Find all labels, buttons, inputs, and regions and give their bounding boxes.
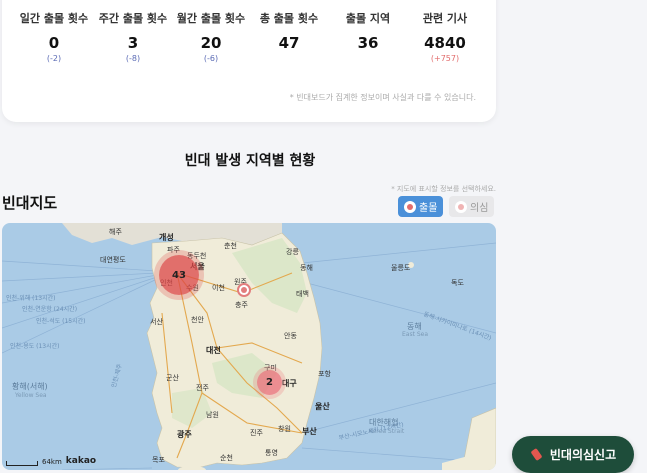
bedbug-icon xyxy=(455,200,467,213)
map-background xyxy=(2,223,496,470)
label-mokpo: 목포 xyxy=(152,456,165,464)
label-dokdo: 독도 xyxy=(451,279,464,287)
label-gwangju: 광주 xyxy=(177,430,192,439)
stat-articles: 관련 기사 4840 (+757) xyxy=(405,10,485,63)
stat-monthly: 월간 출몰 횟수 20 (-6) xyxy=(171,10,251,63)
stat-value: 4840 xyxy=(424,34,466,52)
label-jeonju: 전주 xyxy=(196,384,209,392)
scale-label: 64km xyxy=(42,458,62,466)
label-pohang: 포항 xyxy=(318,370,331,378)
label-andong: 안동 xyxy=(284,332,297,340)
label-east-sea-en: East Sea xyxy=(402,331,429,338)
label-chuncheon: 춘천 xyxy=(224,242,237,250)
label-changwon: 창원 xyxy=(278,425,291,433)
stat-label: 출몰 지역 xyxy=(345,12,391,25)
label-icheon: 이천 xyxy=(212,284,225,292)
stat-delta: (-6) xyxy=(203,54,219,63)
stat-regions: 출몰 지역 36 xyxy=(328,10,408,52)
stats-card: 일간 출몰 횟수 0 (-2) 주간 출몰 횟수 3 (-8) 월간 출몰 횟수… xyxy=(2,0,496,122)
label-daeyeondo: 대연평도 xyxy=(100,256,126,264)
stat-daily: 일간 출몰 횟수 0 (-2) xyxy=(14,10,94,63)
label-paju: 파주 xyxy=(167,246,180,254)
stat-delta: (-2) xyxy=(46,54,62,63)
stat-delta: (+757) xyxy=(430,54,460,63)
map-hint: * 지도에 표시할 정보를 선택하세요. xyxy=(391,185,496,193)
label-taebaek: 태백 xyxy=(296,290,309,298)
label-cheonan: 천안 xyxy=(191,316,204,324)
label-yellow-sea: 황해(서해) xyxy=(12,382,48,391)
pencil-icon xyxy=(530,448,544,462)
stat-label: 월간 출몰 횟수 xyxy=(176,12,246,25)
disclaimer: * 빈대보드가 집계한 정보이며 사실과 다를 수 있습니다. xyxy=(289,93,476,102)
stat-total: 총 출몰 횟수 47 xyxy=(249,10,329,52)
stat-label: 총 출몰 횟수 xyxy=(259,12,319,25)
label-gangneung: 강릉 xyxy=(286,248,299,256)
label-daejeon: 대전 xyxy=(206,346,221,355)
label-route-shidao: 인천-석도 (15시간) xyxy=(36,318,86,325)
label-chungju: 충주 xyxy=(235,301,248,309)
map-scale: 64km kakao xyxy=(6,456,96,466)
bedbug-icon xyxy=(404,200,416,213)
filter-suspect-button[interactable]: 의심 xyxy=(449,196,495,217)
bedbug-map[interactable]: 해주 개성 파주 동두천 춘천 강릉 대연평도 서울 인천 수원 이천 원주 동… xyxy=(2,223,496,470)
label-kaesong: 개성 xyxy=(159,233,174,242)
label-jinju: 진주 xyxy=(250,429,263,437)
map-title: 빈대지도 xyxy=(2,194,58,212)
kakao-logo: kakao xyxy=(65,456,97,466)
stat-label: 일간 출몰 횟수 xyxy=(19,12,89,25)
stat-label: 주간 출몰 횟수 xyxy=(98,12,168,25)
label-tongyeong: 통영 xyxy=(265,449,278,457)
section-title: 빈대 발생 지역별 현황 xyxy=(184,153,316,169)
stat-weekly: 주간 출몰 횟수 3 (-8) xyxy=(93,10,173,63)
filter-sighting-button[interactable]: 출몰 xyxy=(398,196,444,217)
label-haeju: 해주 xyxy=(109,228,122,236)
label-ulsan: 울산 xyxy=(315,402,330,411)
cluster-seoul[interactable]: 43 xyxy=(159,255,199,295)
stat-value: 47 xyxy=(278,34,300,52)
stats-row: 일간 출몰 횟수 0 (-2) 주간 출몰 횟수 3 (-8) 월간 출몰 횟수… xyxy=(2,10,496,70)
stat-value: 36 xyxy=(357,34,379,52)
cluster-daegu[interactable]: 2 xyxy=(257,370,282,395)
label-ulleungdo: 울릉도 xyxy=(391,264,411,272)
stat-delta: (-8) xyxy=(125,54,141,63)
label-yellow-sea-en: Yellow Sea xyxy=(15,392,47,399)
label-route-lianyungang: 인천-연운항 (24시간) xyxy=(22,306,78,313)
label-route-longkou: 인천-용도 (13시간) xyxy=(10,343,60,350)
scale-bar xyxy=(6,461,38,466)
bedbug-marker[interactable] xyxy=(237,283,251,297)
label-daegu: 대구 xyxy=(282,379,297,388)
stat-value: 20 xyxy=(200,34,222,52)
label-donghae: 동해 xyxy=(300,264,313,272)
report-button-label: 빈대의심신고 xyxy=(549,448,617,462)
filter-suspect-label: 의심 xyxy=(470,203,489,214)
filter-sighting-label: 출몰 xyxy=(419,203,438,214)
label-route-weihai: 인천-위해 (13시간) xyxy=(6,295,56,302)
label-seosan: 서산 xyxy=(150,318,163,326)
report-suspect-button[interactable]: 빈대의심신고 xyxy=(512,436,634,473)
label-namwon: 남원 xyxy=(206,411,219,419)
stat-value: 3 xyxy=(127,34,139,52)
label-busan: 부산 xyxy=(302,427,317,436)
label-gunsan: 군산 xyxy=(166,374,179,382)
stat-label: 관련 기사 xyxy=(422,12,468,25)
stat-value: 0 xyxy=(48,34,60,52)
label-suncheon: 순천 xyxy=(220,454,233,462)
